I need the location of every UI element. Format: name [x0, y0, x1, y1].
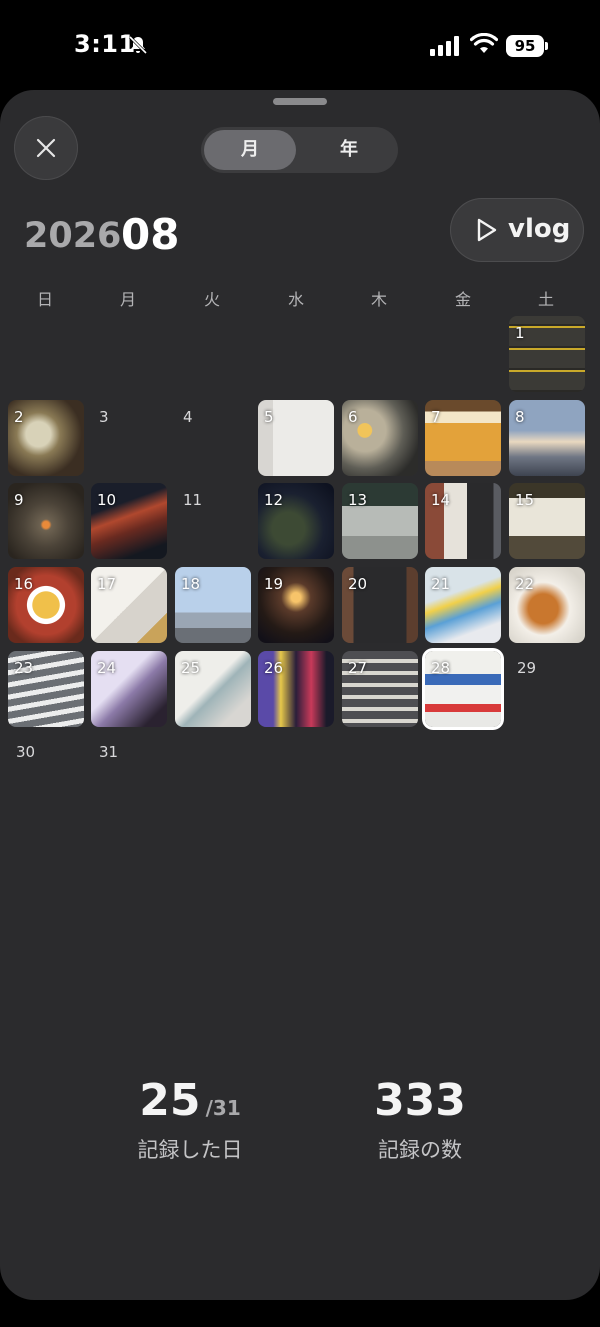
calendar-grid: 1 2 3 4 5 6 7 8 9 10 11 12 13 14 15 16 1… [0, 316, 600, 786]
stat-recorded-days: 25 /31 記録した日 [70, 1075, 310, 1164]
weekday-sun: 日 [36, 290, 53, 309]
cellular-signal-icon [430, 36, 459, 56]
view-mode-segmented-control: 月 年 [201, 127, 398, 173]
calendar-day-24[interactable]: 24 [91, 651, 167, 727]
play-icon [477, 218, 497, 242]
calendar-day-23[interactable]: 23 [8, 651, 84, 727]
calendar-day-10[interactable]: 10 [91, 483, 167, 559]
vlog-button[interactable]: vlog [450, 198, 584, 262]
calendar-day-19[interactable]: 19 [258, 567, 334, 643]
calendar-day-6[interactable]: 6 [342, 400, 418, 476]
record-count-value: 333 [374, 1075, 466, 1126]
recorded-days-total: /31 [205, 1096, 241, 1120]
weekday-wed: 水 [287, 290, 304, 309]
calendar-day-5[interactable]: 5 [258, 400, 334, 476]
segment-month[interactable]: 月 [204, 130, 296, 170]
calendar-sheet: 月 年 2026 08 vlog 日 月 火 水 木 金 土 1 2 3 4 5… [0, 90, 600, 1300]
header-month: 08 [121, 210, 180, 259]
calendar-day-13[interactable]: 13 [342, 483, 418, 559]
recorded-days-value: 25 [139, 1075, 201, 1126]
calendar-day-11[interactable]: 11 [175, 483, 251, 559]
record-count-label: 記録の数 [378, 1138, 462, 1162]
wifi-icon [470, 33, 498, 53]
calendar-day-14[interactable]: 14 [425, 483, 501, 559]
calendar-day-12[interactable]: 12 [258, 483, 334, 559]
calendar-day-1[interactable]: 1 [509, 316, 585, 392]
stats-section: 25 /31 記録した日 333 記録の数 [0, 1075, 600, 1175]
calendar-day-29[interactable]: 29 [509, 651, 585, 727]
calendar-day-30[interactable]: 30 [8, 735, 84, 811]
calendar-day-4[interactable]: 4 [175, 400, 251, 476]
calendar-day-18[interactable]: 18 [175, 567, 251, 643]
segment-year[interactable]: 年 [303, 130, 395, 170]
vlog-label: vlog [508, 214, 571, 244]
calendar-day-7[interactable]: 7 [425, 400, 501, 476]
calendar-day-31[interactable]: 31 [91, 735, 167, 811]
calendar-day-25[interactable]: 25 [175, 651, 251, 727]
header-year: 2026 [24, 216, 122, 256]
weekday-header: 日 月 火 水 木 金 土 [0, 286, 600, 310]
stat-record-count: 333 記録の数 [300, 1075, 540, 1164]
recorded-days-label: 記録した日 [137, 1138, 243, 1162]
calendar-day-17[interactable]: 17 [91, 567, 167, 643]
calendar-day-20[interactable]: 20 [342, 567, 418, 643]
close-button[interactable] [14, 116, 78, 180]
sheet-grabber[interactable] [273, 98, 327, 105]
weekday-mon: 月 [119, 290, 136, 309]
calendar-day-9[interactable]: 9 [8, 483, 84, 559]
weekday-thu: 木 [370, 290, 387, 309]
calendar-day-3[interactable]: 3 [91, 400, 167, 476]
calendar-day-26[interactable]: 26 [258, 651, 334, 727]
calendar-day-22[interactable]: 22 [509, 567, 585, 643]
calendar-day-2[interactable]: 2 [8, 400, 84, 476]
weekday-tue: 火 [203, 290, 220, 309]
calendar-day-16[interactable]: 16 [8, 567, 84, 643]
calendar-day-28-today[interactable]: 28 [425, 651, 501, 727]
calendar-day-27[interactable]: 27 [342, 651, 418, 727]
calendar-day-15[interactable]: 15 [509, 483, 585, 559]
battery-indicator: 95 [506, 35, 548, 57]
weekday-sat: 土 [537, 290, 554, 309]
calendar-day-8[interactable]: 8 [509, 400, 585, 476]
close-icon [36, 138, 56, 158]
calendar-day-21[interactable]: 21 [425, 567, 501, 643]
stat-recorded-days-value-row: 25 /31 [70, 1075, 310, 1126]
bell-slash-icon [128, 35, 148, 55]
weekday-fri: 金 [454, 290, 471, 309]
status-bar: 3:11 95 [0, 0, 600, 92]
